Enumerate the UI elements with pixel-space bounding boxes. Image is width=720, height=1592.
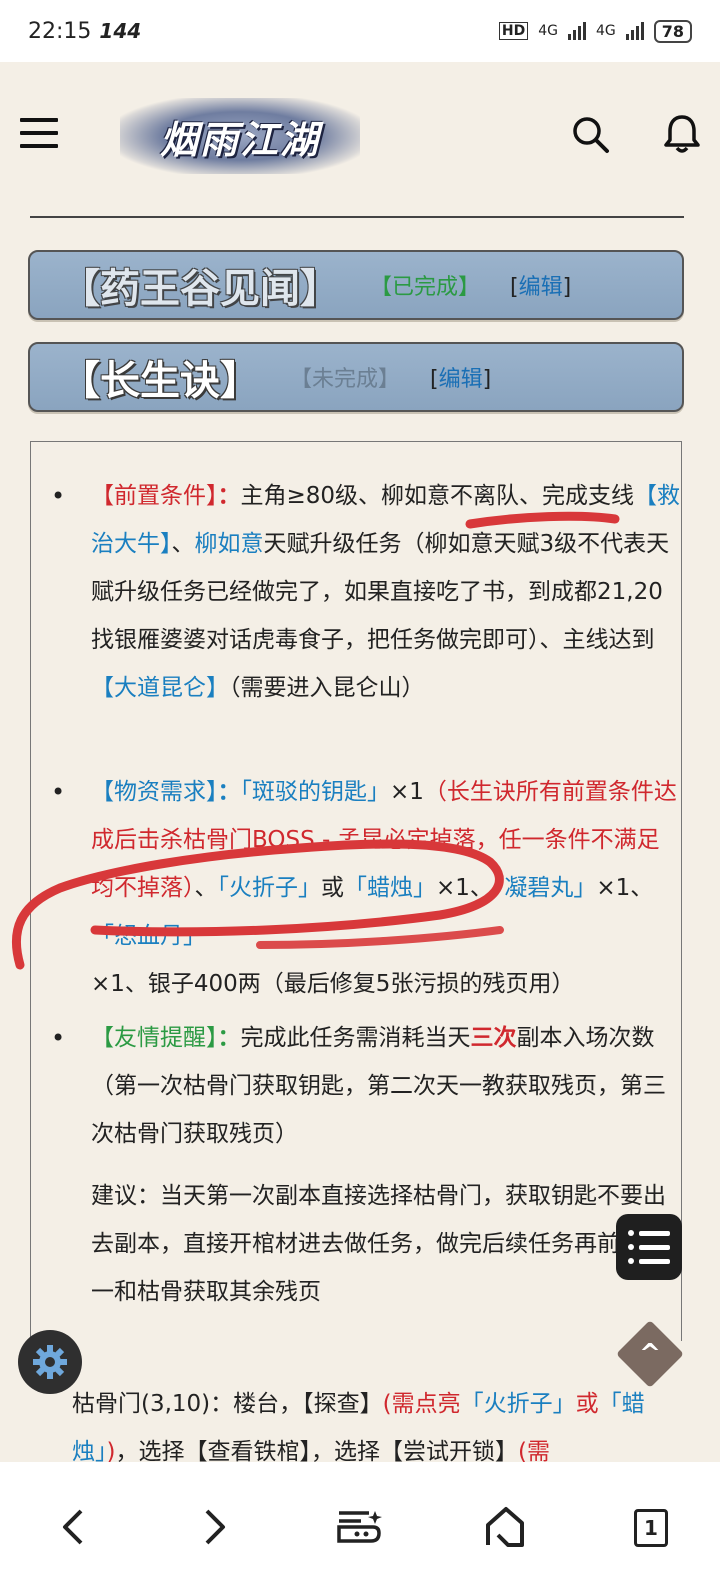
home-icon (486, 1507, 524, 1547)
home-button[interactable] (474, 1497, 534, 1557)
forward-button[interactable] (186, 1497, 246, 1557)
settings-button[interactable] (18, 1330, 82, 1394)
chevron-up-icon: ^ (639, 1339, 661, 1369)
tabs-button[interactable]: 1 (604, 1473, 704, 1583)
reader-icon (337, 1511, 382, 1543)
chevron-left-icon (63, 1509, 83, 1545)
back-button[interactable] (42, 1497, 102, 1557)
gear-icon (33, 1345, 67, 1379)
annotation-strokes (11, 511, 620, 970)
chevron-right-icon (205, 1509, 225, 1545)
scroll-top-button[interactable]: ^ (616, 1320, 684, 1388)
bookmarks-button[interactable] (330, 1497, 390, 1557)
tab-count: 1 (634, 1509, 668, 1547)
browser-navbar: 1 (0, 1462, 720, 1592)
toc-list-button[interactable] (616, 1214, 682, 1280)
